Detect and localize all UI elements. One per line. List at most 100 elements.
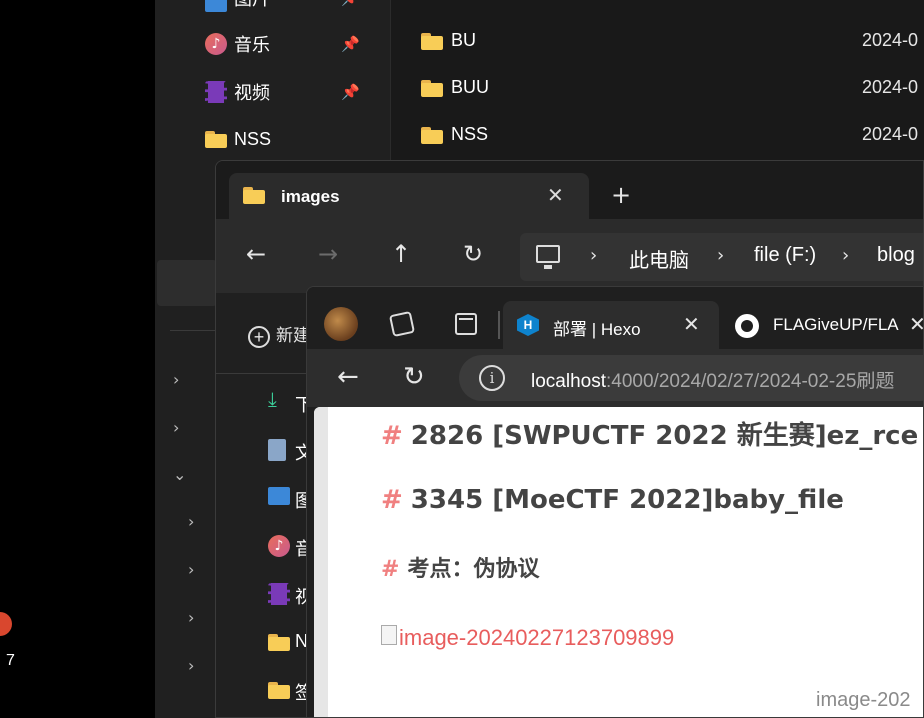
new-tab-button[interactable]: + xyxy=(611,183,631,207)
breadcrumb-this-pc[interactable]: 此电脑 xyxy=(629,244,689,273)
heading-anchor[interactable]: # xyxy=(381,421,403,451)
chevron-down-icon[interactable]: ⌄ xyxy=(173,465,186,484)
browser-window: H 部署 | Hexo ✕ FLAGiveUP/FLA ✕ ← ↻ i loca… xyxy=(306,286,924,718)
file-row[interactable]: BU 2024-0 xyxy=(421,22,924,62)
close-icon[interactable]: ✕ xyxy=(905,312,923,336)
tab-actions-icon[interactable] xyxy=(455,313,477,335)
file-name: BU xyxy=(451,30,477,50)
nav-item-label: 图片 xyxy=(234,0,270,11)
heading-anchor[interactable]: # xyxy=(381,556,399,582)
documents-icon xyxy=(268,439,286,461)
chevron-right-icon[interactable]: › xyxy=(188,512,194,531)
nav-item-videos[interactable]: 视频 📌 xyxy=(155,72,391,112)
folder-icon xyxy=(421,80,443,97)
divider xyxy=(216,373,316,374)
page-gutter xyxy=(314,407,328,717)
heading-ez-rce[interactable]: #2826 [SWPUCTF 2022 新生赛]ez_rce xyxy=(381,415,918,452)
pictures-icon xyxy=(268,487,290,505)
tab-github[interactable]: FLAGiveUP/FLA ✕ xyxy=(725,301,923,349)
back-button[interactable]: ← xyxy=(246,239,266,269)
pin-icon: 📌 xyxy=(341,83,360,101)
nav-item-label: 音乐 xyxy=(234,35,270,55)
chevron-right-icon[interactable]: › xyxy=(173,370,179,389)
chevron-right-icon[interactable]: › xyxy=(188,560,194,579)
nav-item-label: NSS xyxy=(234,128,272,149)
heading-text: 考点：伪协议 xyxy=(407,556,540,582)
file-date: 2024-0 xyxy=(862,124,919,144)
github-icon xyxy=(735,314,759,338)
tab-images[interactable]: images ✕ xyxy=(229,173,589,219)
pin-icon: 📌 xyxy=(341,35,360,53)
nav-item-music[interactable]: ♪ 音乐 📌 xyxy=(155,24,391,64)
music-icon: ♪ xyxy=(268,535,290,557)
info-icon[interactable]: i xyxy=(479,365,505,391)
desktop-icon-label: 7 xyxy=(6,652,15,669)
tab-label: images xyxy=(281,187,340,206)
chevron-right-icon[interactable]: › xyxy=(188,656,194,675)
url-path: :4000/2024/02/27/2024-02-25刷题 xyxy=(606,371,895,392)
forward-button[interactable]: → xyxy=(318,239,338,269)
refresh-button[interactable]: ↻ xyxy=(463,239,483,269)
workspaces-icon[interactable] xyxy=(388,310,416,338)
title-bar: images ✕ + xyxy=(216,161,923,219)
folder-icon xyxy=(421,127,443,144)
url-text[interactable]: localhost:4000/2024/02/27/2024-02-25刷题 xyxy=(531,366,894,393)
desktop-background: 7 xyxy=(0,0,155,718)
folder-icon xyxy=(268,634,290,651)
new-button-label: 新建 xyxy=(276,326,310,345)
file-date: 2024-0 xyxy=(862,30,919,50)
computer-icon xyxy=(536,245,560,269)
breadcrumb-drive[interactable]: file (F:) xyxy=(754,244,816,267)
url-host: localhost xyxy=(531,371,606,392)
profile-avatar[interactable] xyxy=(324,307,358,341)
pictures-icon xyxy=(205,0,227,12)
file-row[interactable]: NSS 2024-0 xyxy=(421,116,924,156)
folder-icon xyxy=(268,682,290,699)
image-caption: image-202 xyxy=(816,689,911,711)
heading-text: 3345 [MoeCTF 2022]baby_file xyxy=(410,485,844,515)
chevron-right-icon[interactable]: › xyxy=(717,245,724,266)
heading-anchor[interactable]: # xyxy=(381,485,403,515)
file-date: 2024-0 xyxy=(862,77,919,97)
broken-image[interactable]: image-20240227123709899 xyxy=(381,625,674,651)
file-name: NSS xyxy=(451,124,489,144)
back-button[interactable]: ← xyxy=(337,359,359,395)
nav-item-nss[interactable]: NSS xyxy=(155,119,391,159)
folder-icon xyxy=(205,131,227,153)
chevron-right-icon[interactable]: › xyxy=(173,418,179,437)
nav-item-selected[interactable] xyxy=(157,260,217,306)
plus-icon: + xyxy=(248,325,270,348)
browser-toolbar: ← ↻ i localhost:4000/2024/02/27/2024-02-… xyxy=(307,349,923,407)
close-icon[interactable]: ✕ xyxy=(547,183,564,207)
folder-icon xyxy=(243,187,265,204)
tab-label: 部署 | Hexo xyxy=(553,320,641,339)
broken-image-icon xyxy=(381,625,397,645)
heading-key-point[interactable]: # 考点：伪协议 xyxy=(381,551,539,583)
tab-label: FLAGiveUP/FLA xyxy=(773,315,899,334)
new-button[interactable]: + 新建 xyxy=(248,321,310,348)
chevron-right-icon[interactable]: › xyxy=(188,608,194,627)
tab-hexo[interactable]: H 部署 | Hexo ✕ xyxy=(503,301,719,349)
file-row[interactable]: BUU 2024-0 xyxy=(421,69,924,109)
file-name: BUU xyxy=(451,77,490,97)
download-icon: ⤓ xyxy=(268,387,277,411)
chevron-right-icon[interactable]: › xyxy=(590,245,597,266)
refresh-button[interactable]: ↻ xyxy=(403,359,425,395)
url-bar[interactable]: i localhost:4000/2024/02/27/2024-02-25刷题 xyxy=(459,355,923,401)
tab-separator xyxy=(498,311,500,339)
nav-item-pictures[interactable]: 图片 📌 xyxy=(155,0,391,18)
pin-icon: 📌 xyxy=(341,0,360,7)
web-page: #2826 [SWPUCTF 2022 新生赛]ez_rce #3345 [Mo… xyxy=(314,407,923,717)
hexo-icon: H xyxy=(517,314,539,336)
music-icon: ♪ xyxy=(205,33,227,55)
close-icon[interactable]: ✕ xyxy=(683,312,700,336)
breadcrumb-blog[interactable]: blog xyxy=(877,244,915,267)
address-bar[interactable]: › 此电脑 › file (F:) › blog xyxy=(520,233,923,281)
chevron-right-icon[interactable]: › xyxy=(842,245,849,266)
toolbar: ← → ↑ ↻ › 此电脑 › file (F:) › blog xyxy=(216,219,923,293)
folder-icon xyxy=(421,33,443,50)
heading-baby-file[interactable]: #3345 [MoeCTF 2022]baby_file xyxy=(381,485,844,515)
tab-strip: H 部署 | Hexo ✕ FLAGiveUP/FLA ✕ xyxy=(307,287,923,349)
desktop-app-icon[interactable] xyxy=(0,612,12,636)
up-button[interactable]: ↑ xyxy=(391,239,411,269)
